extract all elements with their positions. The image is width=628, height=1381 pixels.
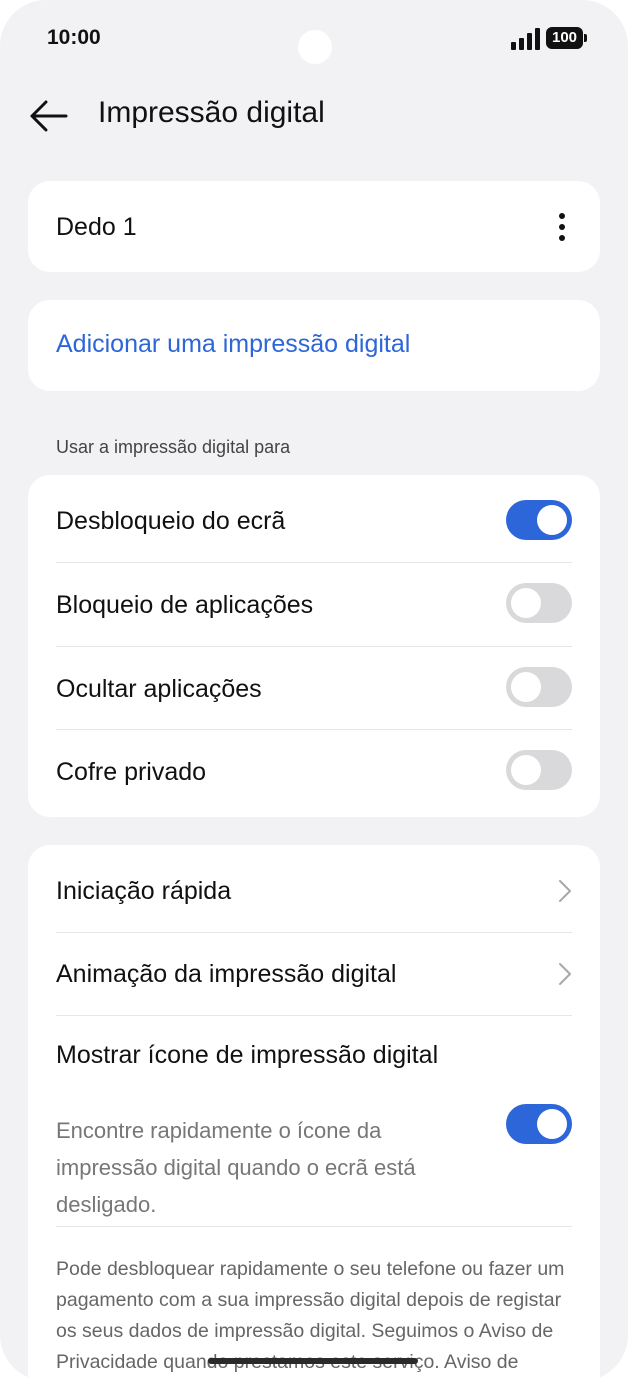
phone-screen: 10:00 100 Impressão digital Dedo 1 Adici… bbox=[0, 0, 628, 1381]
fingerprint-animation-row[interactable]: Animação da impressão digital bbox=[28, 933, 600, 1016]
show-icon-row[interactable]: Mostrar ícone de impressão digital Encon… bbox=[28, 1016, 600, 1226]
chevron-right-icon bbox=[559, 880, 571, 902]
home-indicator[interactable] bbox=[208, 1358, 418, 1364]
quick-launch-label: Iniciação rápida bbox=[56, 877, 232, 905]
use-row-app-lock[interactable]: Bloqueio de aplicações bbox=[28, 563, 600, 647]
use-row-screen-unlock[interactable]: Desbloqueio do ecrã bbox=[28, 475, 600, 563]
show-icon-title: Mostrar ícone de impressão digital bbox=[56, 1041, 439, 1069]
battery-icon: 100 bbox=[546, 27, 588, 49]
private-safe-toggle[interactable] bbox=[506, 750, 572, 790]
use-label: Desbloqueio do ecrã bbox=[56, 507, 286, 535]
back-arrow-icon[interactable] bbox=[28, 98, 68, 134]
divider bbox=[56, 1226, 572, 1227]
use-row-private-safe[interactable]: Cofre privado bbox=[28, 730, 600, 817]
more-options-icon[interactable] bbox=[558, 213, 566, 243]
chevron-right-icon bbox=[559, 963, 571, 985]
finger-label: Dedo 1 bbox=[56, 213, 137, 241]
status-bar: 10:00 100 bbox=[0, 0, 628, 80]
signal-icon bbox=[511, 28, 541, 50]
finger-card[interactable]: Dedo 1 bbox=[28, 181, 600, 272]
more-settings-card: Iniciação rápida Animação da impressão d… bbox=[28, 845, 600, 1381]
section-label: Usar a impressão digital para bbox=[56, 437, 291, 457]
front-camera bbox=[298, 30, 332, 64]
show-icon-toggle[interactable] bbox=[506, 1104, 572, 1144]
quick-launch-row[interactable]: Iniciação rápida bbox=[28, 845, 600, 932]
animation-label: Animação da impressão digital bbox=[56, 960, 397, 988]
use-label: Cofre privado bbox=[56, 758, 207, 786]
status-time: 10:00 bbox=[47, 26, 101, 49]
page-title: Impressão digital bbox=[98, 96, 325, 129]
use-label: Bloqueio de aplicações bbox=[56, 591, 314, 619]
show-icon-description: Encontre rapidamente o ícone da impressã… bbox=[56, 1118, 416, 1217]
app-lock-toggle[interactable] bbox=[506, 583, 572, 623]
hide-apps-toggle[interactable] bbox=[506, 667, 572, 707]
use-row-hide-apps[interactable]: Ocultar aplicações bbox=[28, 647, 600, 731]
add-fingerprint-card[interactable]: Adicionar uma impressão digital bbox=[28, 300, 600, 391]
use-label: Ocultar aplicações bbox=[56, 675, 262, 703]
add-fingerprint-link[interactable]: Adicionar uma impressão digital bbox=[56, 330, 410, 359]
uses-card: Desbloqueio do ecrã Bloqueio de aplicaçõ… bbox=[28, 475, 600, 817]
screen-unlock-toggle[interactable] bbox=[506, 500, 572, 540]
